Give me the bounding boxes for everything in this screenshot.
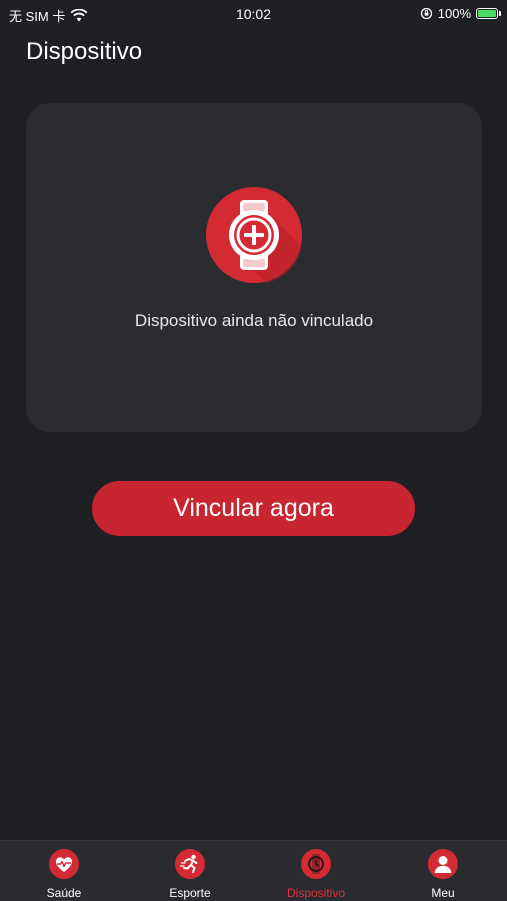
- tab-label: Saúde: [46, 886, 82, 900]
- tab-label: Dispositivo: [286, 886, 346, 900]
- battery-icon: [476, 8, 501, 19]
- runner-icon: [175, 849, 205, 879]
- tab-saude[interactable]: Saúde: [1, 849, 127, 900]
- watch-icon: [301, 849, 331, 879]
- tab-dispositivo[interactable]: Dispositivo: [253, 849, 379, 900]
- page-title: Dispositivo: [26, 38, 143, 65]
- orientation-lock-icon: [420, 7, 432, 20]
- device-card: Dispositivo ainda não vinculado: [26, 103, 482, 432]
- tab-esporte[interactable]: Esporte: [127, 849, 253, 900]
- status-right: 100%: [420, 6, 501, 21]
- watch-add-icon[interactable]: [206, 187, 302, 283]
- heart-pulse-icon: [49, 849, 79, 879]
- card-message: Dispositivo ainda não vinculado: [134, 311, 374, 330]
- status-bar: 无 SIM 卡 10:02 100%: [0, 0, 507, 28]
- battery-fill: [478, 10, 496, 17]
- bind-now-button[interactable]: Vincular agora: [92, 481, 415, 536]
- battery-percent: 100%: [437, 6, 471, 21]
- tab-meu[interactable]: Meu: [380, 849, 506, 900]
- tab-label: Meu: [431, 886, 455, 900]
- tab-label: Esporte: [169, 886, 211, 900]
- tab-bar: Saúde Esporte Dispositivo Meu: [0, 840, 507, 901]
- user-icon: [428, 849, 458, 879]
